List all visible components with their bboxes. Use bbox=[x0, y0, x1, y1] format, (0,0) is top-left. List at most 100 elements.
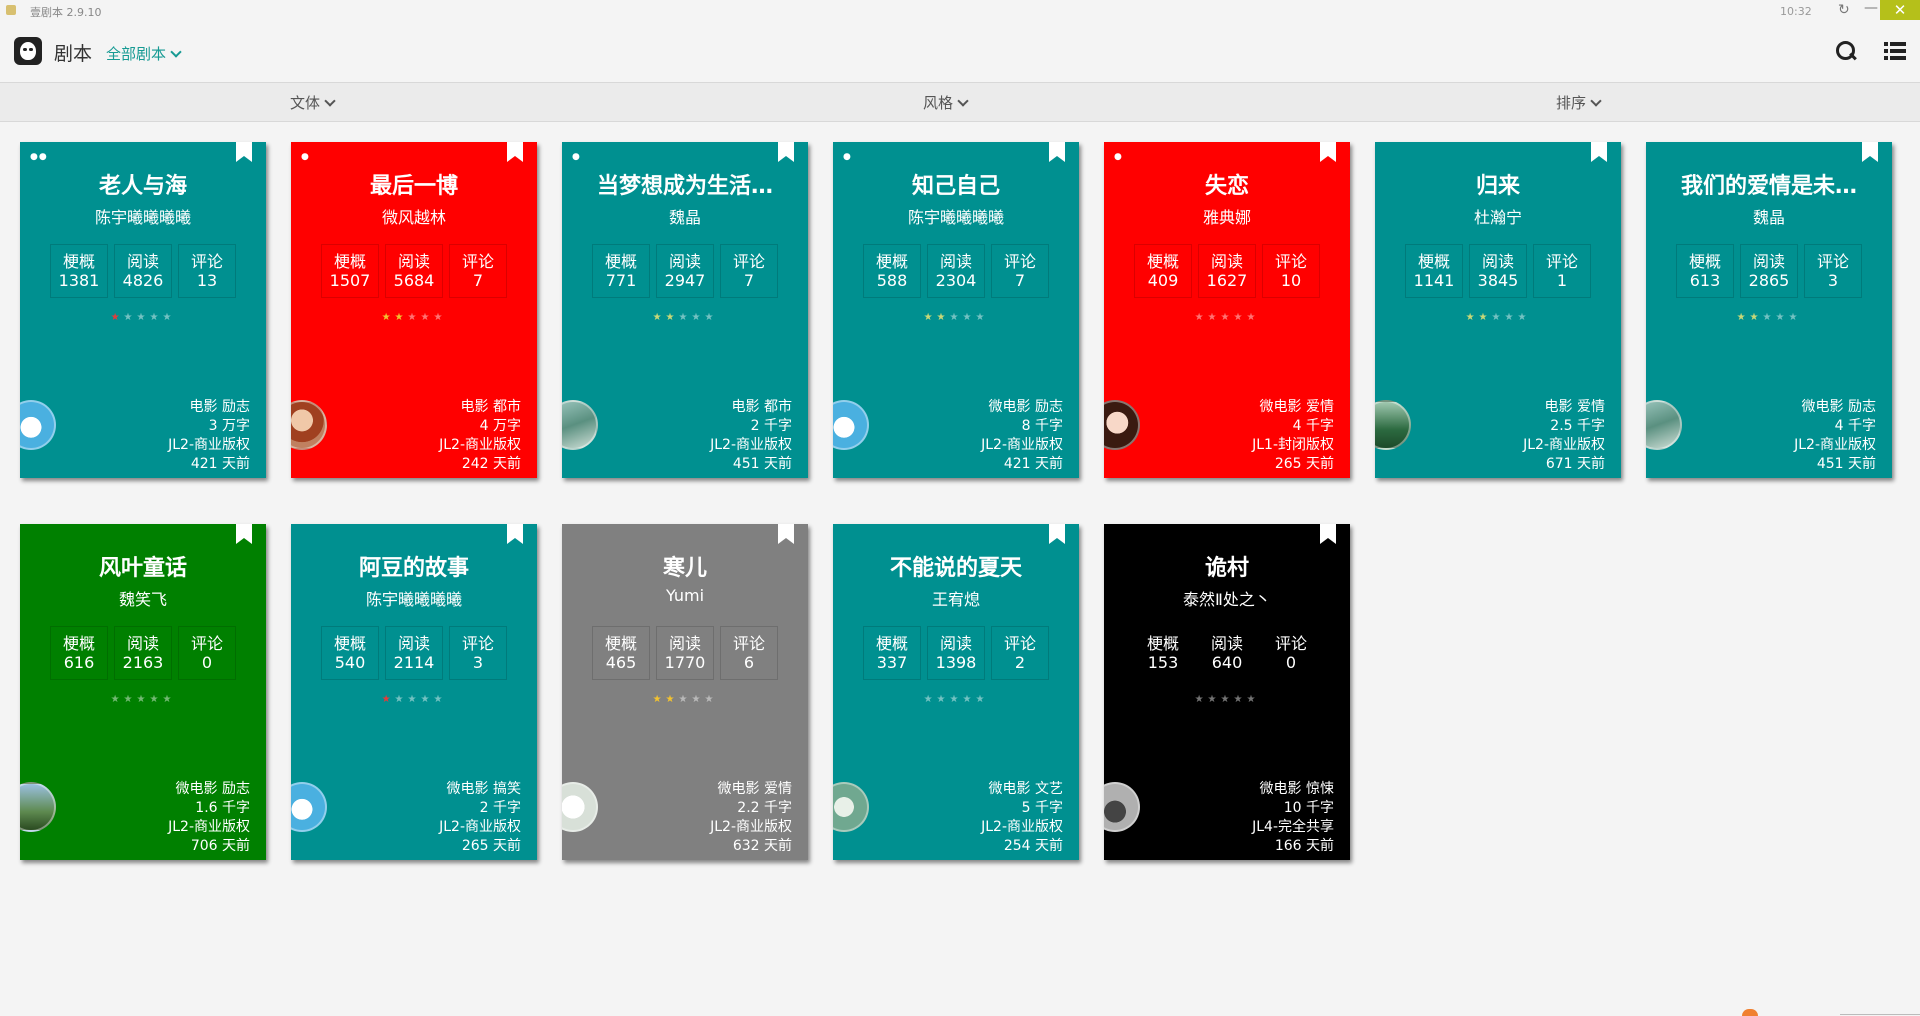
mask-logo-icon bbox=[14, 37, 42, 65]
rating-star-icon: ★ bbox=[1233, 694, 1247, 705]
bookmark-icon[interactable] bbox=[507, 524, 523, 544]
stat-label: 梗概 bbox=[1146, 634, 1179, 653]
script-card[interactable]: 诡村 泰然Ⅱ处之丶 梗概 153 阅读 640 评论 0 ★★★★★ 微电影 惊… bbox=[1104, 524, 1350, 860]
stat-value: 1627 bbox=[1206, 271, 1248, 290]
bookmark-icon[interactable] bbox=[507, 142, 523, 162]
author-avatar[interactable] bbox=[1646, 400, 1682, 450]
stat-value: 337 bbox=[876, 653, 908, 672]
rating-stars: ★★★★★ bbox=[291, 312, 537, 323]
close-button[interactable]: ✕ bbox=[1880, 0, 1920, 20]
stat-label: 评论 bbox=[1545, 252, 1578, 271]
script-card[interactable]: ● 最后一博 微风越林 梗概 1507 阅读 5684 评论 7 ★★★★★ 电… bbox=[291, 142, 537, 478]
author-avatar[interactable] bbox=[291, 782, 327, 832]
script-card[interactable]: 不能说的夏天 王宥熄 梗概 337 阅读 1398 评论 2 ★★★★★ 微电影… bbox=[833, 524, 1079, 860]
stat-value: 7 bbox=[472, 271, 484, 290]
stat-label: 评论 bbox=[461, 252, 494, 271]
stat-value: 0 bbox=[1285, 653, 1297, 672]
search-icon[interactable] bbox=[1836, 41, 1856, 61]
rating-star-icon: ★ bbox=[123, 694, 137, 705]
card-author: 微风越林 bbox=[381, 208, 446, 227]
bookmark-icon[interactable] bbox=[1862, 142, 1878, 162]
chevron-down-icon bbox=[957, 95, 969, 107]
meta-line: 微电影 惊悚 bbox=[1259, 781, 1334, 797]
author-avatar[interactable] bbox=[1104, 782, 1140, 832]
bookmark-icon[interactable] bbox=[778, 142, 794, 162]
card-meta: 电影 都市 2 千字 JL2-商业版权 451 天前 bbox=[710, 398, 792, 474]
author-avatar[interactable] bbox=[20, 400, 56, 450]
meta-line: 451 天前 bbox=[732, 456, 792, 472]
stat-box: 评论 7 bbox=[991, 244, 1049, 298]
bookmark-icon[interactable] bbox=[1049, 524, 1065, 544]
card-title: 归来 bbox=[1475, 174, 1520, 199]
stat-label: 阅读 bbox=[1752, 252, 1785, 271]
author-avatar[interactable] bbox=[562, 400, 598, 450]
rating-star-icon: ★ bbox=[136, 312, 150, 323]
stat-value: 0 bbox=[201, 653, 213, 672]
rating-star-icon: ★ bbox=[1207, 694, 1221, 705]
card-author: 魏晶 bbox=[1752, 208, 1785, 227]
script-card[interactable]: ● 失恋 雅典娜 梗概 409 阅读 1627 评论 10 ★★★★★ 微电影 … bbox=[1104, 142, 1350, 478]
bookmark-icon[interactable] bbox=[1591, 142, 1607, 162]
author-avatar[interactable] bbox=[833, 782, 869, 832]
filter-style-dropdown[interactable]: 风格 bbox=[923, 92, 969, 113]
filter-sort-dropdown[interactable]: 排序 bbox=[1556, 92, 1602, 113]
card-meta: 电影 励志 3 万字 JL2-商业版权 421 天前 bbox=[168, 398, 250, 474]
chevron-down-icon bbox=[1590, 95, 1602, 107]
minimize-button[interactable]: — bbox=[1864, 0, 1878, 16]
bookmark-icon[interactable] bbox=[1049, 142, 1065, 162]
stat-box: 梗概 1141 bbox=[1405, 244, 1463, 298]
stat-label: 阅读 bbox=[397, 252, 430, 271]
stat-label: 评论 bbox=[1816, 252, 1849, 271]
bookmark-icon[interactable] bbox=[236, 142, 252, 162]
script-card[interactable]: ● 当梦想成为生活… 魏晶 梗概 771 阅读 2947 评论 7 ★★★★★ … bbox=[562, 142, 808, 478]
bookmark-icon[interactable] bbox=[1320, 142, 1336, 162]
script-card[interactable]: 风叶童话 魏笑飞 梗概 616 阅读 2163 评论 0 ★★★★★ 微电影 励… bbox=[20, 524, 266, 860]
card-author: 王宥熄 bbox=[931, 590, 980, 609]
refresh-icon[interactable]: ↻ bbox=[1838, 2, 1850, 18]
author-avatar[interactable] bbox=[562, 782, 598, 832]
card-stats: 梗概 771 阅读 2947 评论 7 bbox=[562, 244, 808, 298]
stat-label: 梗概 bbox=[62, 252, 95, 271]
script-card[interactable]: ●● 老人与海 陈宇曦曦曦曦 梗概 1381 阅读 4826 评论 13 ★★★… bbox=[20, 142, 266, 478]
stat-label: 阅读 bbox=[126, 252, 159, 271]
author-avatar[interactable] bbox=[20, 782, 56, 832]
stat-value: 1 bbox=[1556, 271, 1568, 290]
meta-line: 254 天前 bbox=[1003, 838, 1063, 854]
stat-value: 2865 bbox=[1748, 271, 1790, 290]
meta-line: 451 天前 bbox=[1816, 456, 1876, 472]
author-avatar[interactable] bbox=[1375, 400, 1411, 450]
filter-genre-dropdown[interactable]: 文体 bbox=[290, 92, 336, 113]
card-author: 陈宇曦曦曦曦 bbox=[94, 208, 191, 227]
rating-star-icon: ★ bbox=[1207, 312, 1221, 323]
meta-line: 微电影 爱情 bbox=[1259, 399, 1334, 415]
stat-box: 评论 0 bbox=[1262, 626, 1320, 680]
meta-line: 4 千字 bbox=[1834, 418, 1876, 434]
rating-star-icon: ★ bbox=[123, 312, 137, 323]
author-avatar[interactable] bbox=[833, 400, 869, 450]
script-card[interactable]: 归来 杜瀚宁 梗概 1141 阅读 3845 评论 1 ★★★★★ 电影 爱情 … bbox=[1375, 142, 1621, 478]
author-avatar[interactable] bbox=[1104, 400, 1140, 450]
bookmark-icon[interactable] bbox=[236, 524, 252, 544]
stat-value: 2304 bbox=[935, 271, 977, 290]
card-meta: 电影 爱情 2.5 千字 JL2-商业版权 671 天前 bbox=[1523, 398, 1605, 474]
meta-line: 微电影 励志 bbox=[988, 399, 1063, 415]
meta-line: 微电影 励志 bbox=[1801, 399, 1876, 415]
meta-line: JL2-商业版权 bbox=[1523, 437, 1605, 453]
card-meta: 微电影 爱情 4 千字 JL1-封闭版权 265 天前 bbox=[1252, 398, 1334, 474]
script-card[interactable]: 阿豆的故事 陈宇曦曦曦曦 梗概 540 阅读 2114 评论 3 ★★★★★ 微… bbox=[291, 524, 537, 860]
stat-label: 评论 bbox=[732, 252, 765, 271]
stat-label: 评论 bbox=[461, 634, 494, 653]
filter-sort-label: 排序 bbox=[1556, 94, 1587, 112]
bookmark-icon[interactable] bbox=[1320, 524, 1336, 544]
script-card[interactable]: ● 知己自己 陈宇曦曦曦曦 梗概 588 阅读 2304 评论 7 ★★★★★ … bbox=[833, 142, 1079, 478]
bookmark-icon[interactable] bbox=[778, 524, 794, 544]
author-avatar[interactable] bbox=[291, 400, 327, 450]
stat-label: 评论 bbox=[1274, 634, 1307, 653]
rating-star-icon: ★ bbox=[936, 312, 950, 323]
script-filter-dropdown[interactable]: 全部剧本 bbox=[106, 43, 182, 64]
rating-star-icon: ★ bbox=[691, 694, 705, 705]
script-card[interactable]: 寒儿 Yumi 梗概 465 阅读 1770 评论 6 ★★★★★ 微电影 爱情… bbox=[562, 524, 808, 860]
card-stats: 梗概 409 阅读 1627 评论 10 bbox=[1104, 244, 1350, 298]
script-card[interactable]: 我们的爱情是未… 魏晶 梗概 613 阅读 2865 评论 3 ★★★★★ 微电… bbox=[1646, 142, 1892, 478]
list-view-icon[interactable] bbox=[1884, 42, 1906, 60]
